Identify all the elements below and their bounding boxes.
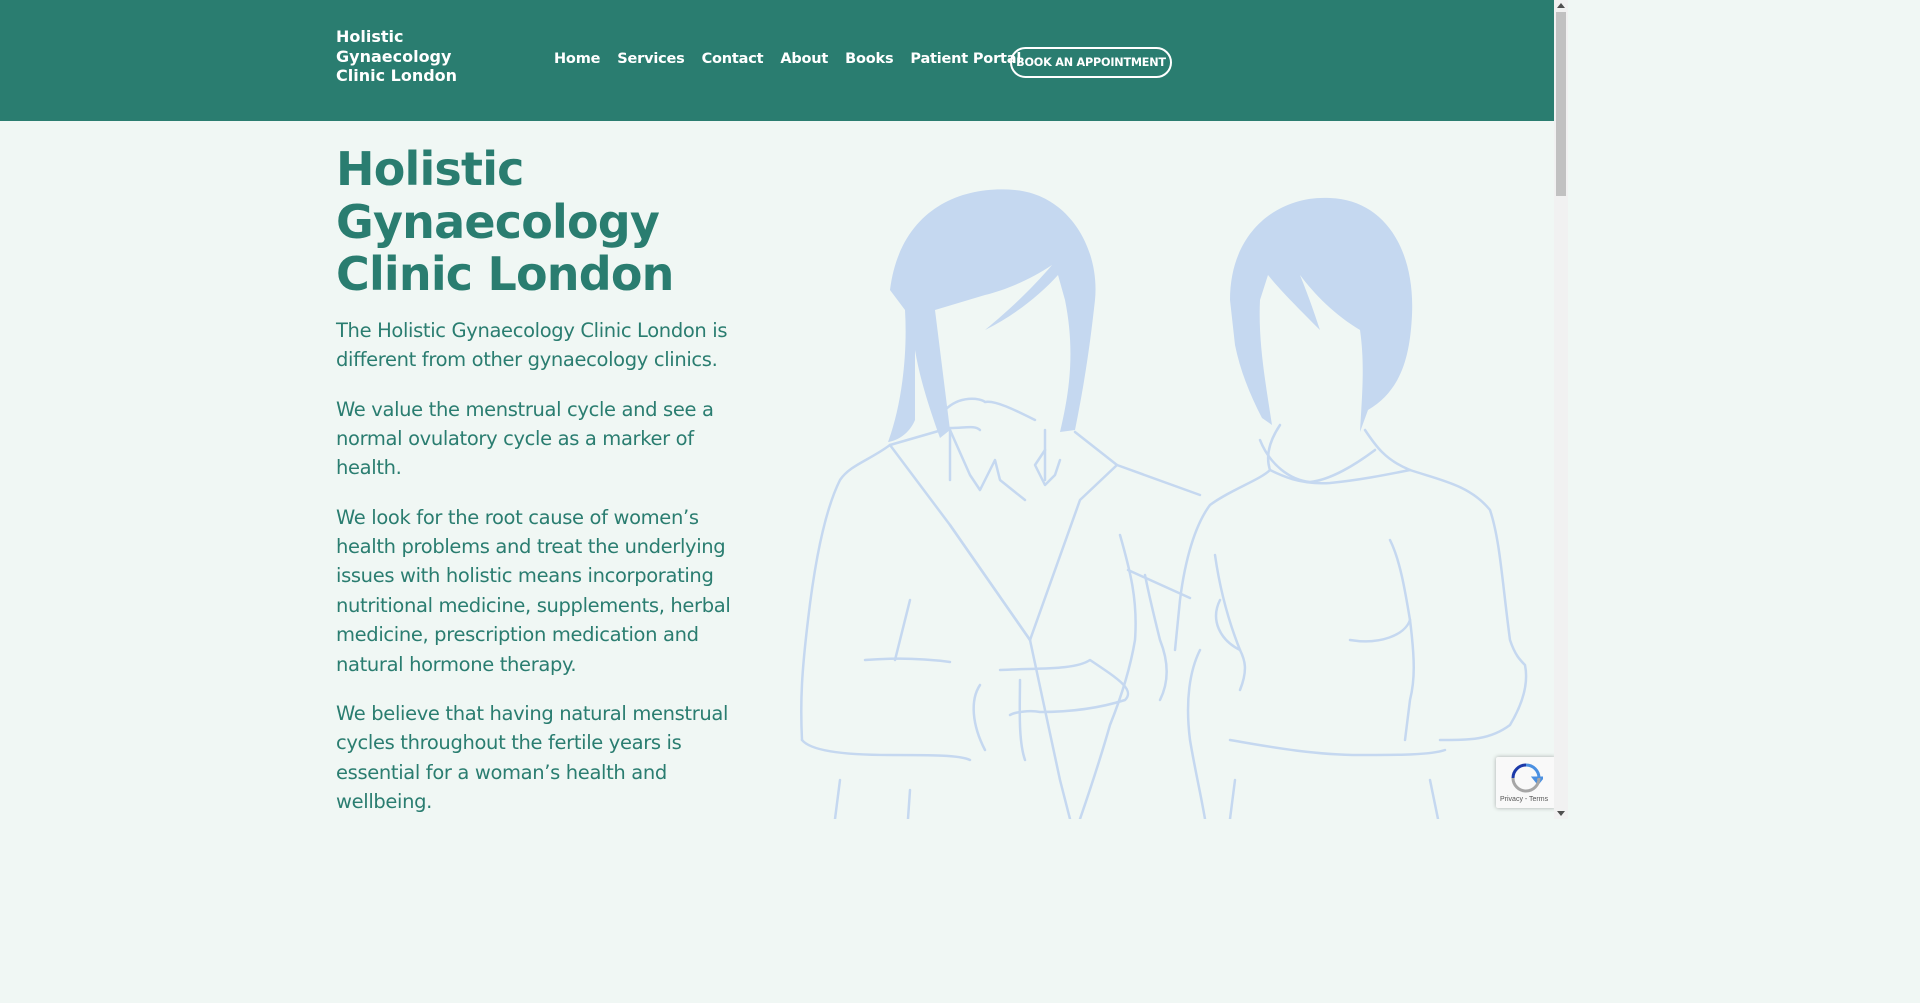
page-scrollbar[interactable]	[1554, 0, 1568, 819]
book-appointment-button[interactable]: BOOK AN APPOINTMENT	[1010, 47, 1172, 78]
site-logo[interactable]: Holistic Gynaecology Clinic London	[336, 27, 486, 86]
page: Holistic Gynaecology Clinic London Home …	[0, 0, 1568, 819]
nav-services[interactable]: Services	[617, 51, 685, 67]
hero-title-line-2: Gynaecology	[336, 194, 660, 249]
nav-home[interactable]: Home	[554, 51, 600, 67]
intro-paragraph-2: We value the menstrual cycle and see a n…	[336, 397, 714, 480]
intro-paragraph-3: We look for the root cause of women’s he…	[336, 505, 731, 676]
main-nav: Home Services Contact About Books Patien…	[554, 51, 1038, 67]
site-header: Holistic Gynaecology Clinic London Home …	[0, 0, 1554, 121]
nav-about[interactable]: About	[780, 51, 828, 67]
nav-books[interactable]: Books	[845, 51, 893, 67]
scroll-up-icon[interactable]	[1557, 3, 1565, 8]
recaptcha-badge[interactable]: Privacy - Terms	[1496, 757, 1556, 808]
nav-patient-portal[interactable]: Patient Portal	[910, 51, 1021, 67]
recaptcha-icon	[1511, 763, 1543, 793]
hero-title-line-3: Clinic London	[336, 247, 674, 301]
scroll-down-icon[interactable]	[1557, 811, 1565, 816]
hero-title-line-1: Holistic	[336, 142, 524, 196]
nav-contact[interactable]: Contact	[702, 51, 764, 67]
intro-paragraph-4: We believe that having natural menstrual…	[336, 701, 729, 814]
recaptcha-label[interactable]: Privacy - Terms	[1500, 796, 1548, 803]
intro-text: The Holistic Gynaecology Clinic London i…	[336, 316, 748, 819]
scroll-thumb[interactable]	[1556, 12, 1566, 196]
intro-paragraph-1: The Holistic Gynaecology Clinic London i…	[336, 319, 728, 372]
hero-title: Holistic Gynaecology Clinic London	[336, 143, 756, 301]
logo-line-3: Clinic London	[336, 66, 458, 85]
logo-line-2: Gynaecology	[336, 46, 452, 66]
logo-line-1: Holistic	[336, 27, 404, 46]
two-women-illustration	[800, 189, 1528, 819]
